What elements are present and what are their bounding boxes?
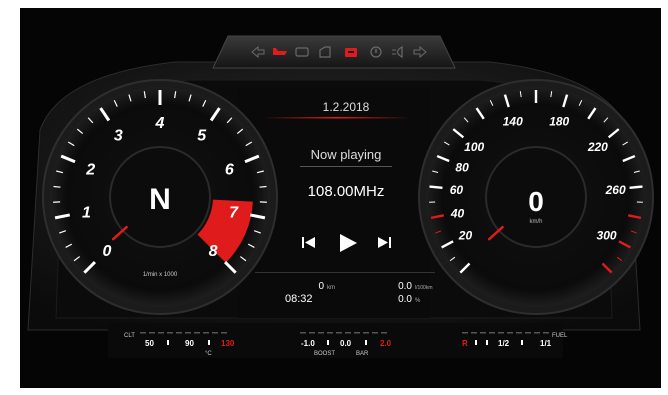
gauge-scale-dash [185, 332, 191, 334]
coolant-label-mid: 90 [185, 339, 194, 348]
gauge-scale-dash [471, 332, 477, 334]
fuel-label-full: 1/1 [540, 339, 552, 348]
speedometer: 20 40 60 80 100 140 180 220 260 300 0 km/h [418, 79, 654, 315]
average-value: 0.0 [398, 294, 412, 305]
gauge-scale-dash [525, 332, 531, 334]
gauge-scale-dash [140, 332, 146, 334]
instrument-cluster: 1.2.2018 Now playing 108.00MHz 0 km 08:3… [20, 8, 661, 388]
speedometer-label: 300 [597, 229, 617, 243]
bottom-strip [108, 323, 563, 358]
fuel-title: FUEL [552, 333, 568, 339]
trip-divider [255, 272, 435, 273]
gauge-scale-dash [327, 332, 333, 334]
indicator-bar [212, 35, 456, 69]
tachometer: 0 1 2 3 4 5 6 7 8 N 1/min x 1000 [42, 79, 278, 315]
gauge-scale-dash [489, 332, 495, 334]
boost-unit: BAR [356, 351, 369, 357]
speedometer-label: 60 [450, 183, 464, 197]
tachometer-label: 5 [197, 128, 207, 145]
gauge-scale-dash [194, 332, 200, 334]
gauge-scale-dash [158, 332, 164, 334]
tachometer-label: 6 [225, 161, 234, 178]
gauge-scale-dash [372, 332, 378, 334]
speedometer-label: 80 [455, 160, 469, 174]
radio-frequency: 108.00MHz [308, 183, 385, 200]
gauge-scale-dash [203, 332, 209, 334]
speedometer-label: 20 [458, 229, 473, 243]
play-button[interactable] [338, 232, 358, 252]
gauge-scale-dash [212, 332, 218, 334]
tachometer-minor-tick [53, 185, 61, 188]
gauge-scale-dash [336, 332, 342, 334]
speedometer-label: 40 [450, 207, 465, 221]
previous-track-button[interactable] [300, 235, 316, 251]
gauge-scale-dash [516, 332, 522, 334]
consumption-value: 0.0 [398, 281, 412, 292]
gauge-scale-dash [309, 332, 315, 334]
coolant-unit: °C [205, 351, 212, 357]
gauge-scale-dash [507, 332, 513, 334]
tachometer-label: 1 [82, 205, 91, 222]
gauge-scale-dash [543, 332, 549, 334]
gauge-scale-dash [354, 332, 360, 334]
speedometer-major-tick [629, 185, 643, 189]
tachometer-label: 8 [209, 243, 218, 260]
now-playing-label: Now playing [311, 147, 382, 162]
gauge-scale-dash [167, 332, 173, 334]
date-label: 1.2.2018 [323, 100, 370, 114]
average-unit: % [415, 298, 421, 304]
boost-title: BOOST [314, 351, 335, 357]
tachometer-label: 3 [114, 128, 123, 145]
speedometer-label: 220 [587, 140, 608, 154]
tachometer-label: 0 [103, 243, 112, 260]
battery-icon [345, 48, 357, 57]
tachometer-label: 2 [85, 161, 95, 178]
fuel-label-half: 1/2 [498, 339, 510, 348]
gauge-scale-dash [300, 332, 306, 334]
media-divider [300, 166, 392, 167]
trip-time: 08:32 [285, 293, 313, 305]
gauge-scale-dash [176, 332, 182, 334]
gauge-scale-dash [534, 332, 540, 334]
gauge-scale-dash [462, 332, 468, 334]
coolant-label-high: 130 [221, 339, 235, 348]
trip-distance-unit: km [327, 285, 335, 291]
tachometer-label: 4 [155, 115, 165, 132]
coolant-title: CLT [124, 333, 135, 339]
gauge-scale-dash [363, 332, 369, 334]
speed-unit: km/h [529, 219, 542, 225]
coolant-label-low: 50 [145, 339, 154, 348]
speed-value: 0 [528, 186, 544, 217]
date-redline [262, 117, 412, 119]
gear-indicator: N [149, 183, 171, 216]
gauge-scale-dash [221, 332, 227, 334]
gauge-scale-dash [345, 332, 351, 334]
tachometer-label: 7 [229, 205, 239, 222]
gauge-scale-dash [381, 332, 387, 334]
fuel-label-reserve: R [462, 339, 468, 348]
boost-label-high: 2.0 [380, 339, 392, 348]
tachometer-minor-tick [259, 185, 267, 188]
next-track-button[interactable] [376, 235, 392, 251]
speedometer-label: 140 [503, 114, 523, 128]
gauge-scale-dash [498, 332, 504, 334]
boost-label-mid: 0.0 [340, 339, 352, 348]
speedometer-label: 100 [464, 140, 484, 154]
gauge-scale-dash [149, 332, 155, 334]
boost-label-low: -1.0 [301, 339, 315, 348]
tachometer-unit: 1/min x 1000 [143, 272, 178, 278]
speedometer-major-tick [429, 185, 443, 189]
speedometer-label: 260 [605, 183, 626, 197]
consumption-unit: l/100km [415, 285, 433, 291]
trip-distance: 0 [318, 281, 324, 292]
gauge-scale-dash [318, 332, 324, 334]
speedometer-label: 180 [549, 114, 569, 128]
gauge-scale-dash [480, 332, 486, 334]
